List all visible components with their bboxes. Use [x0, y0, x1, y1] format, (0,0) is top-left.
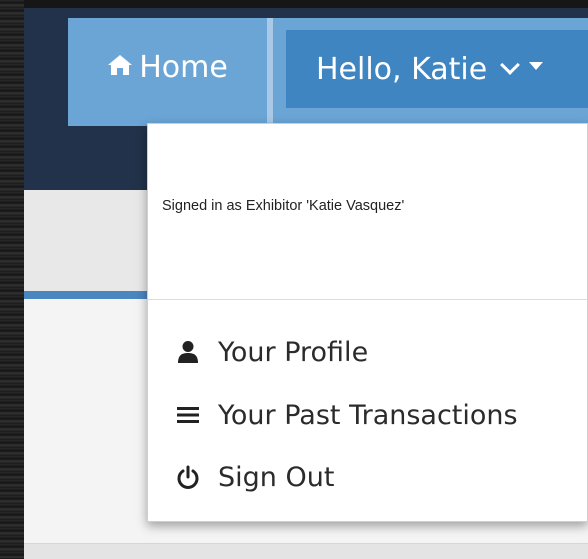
power-icon [176, 465, 200, 489]
your-profile-label: Your Profile [218, 336, 369, 368]
user-dropdown-menu: Signed in as Exhibitor 'Katie Vasquez' Y… [147, 123, 588, 522]
signed-in-status: Signed in as Exhibitor 'Katie Vasquez' [162, 198, 405, 214]
home-label: Home [139, 49, 228, 85]
your-past-transactions-label: Your Past Transactions [218, 399, 518, 431]
bars-icon [176, 403, 200, 427]
user-menu-container: Hello, Katie [273, 18, 588, 126]
sign-out-menu-item[interactable]: Sign Out [176, 457, 334, 497]
home-icon [107, 50, 133, 85]
your-profile-menu-item[interactable]: Your Profile [176, 332, 368, 372]
chevron-down-icon [500, 55, 521, 75]
background-texture [0, 0, 24, 558]
home-nav-link[interactable]: Home [68, 18, 267, 126]
menu-divider [148, 299, 587, 300]
user-menu-toggle[interactable]: Hello, Katie [286, 30, 588, 108]
user-greeting: Hello, Katie [316, 51, 488, 87]
user-icon [176, 340, 200, 364]
top-edge [24, 0, 588, 8]
sign-out-label: Sign Out [218, 461, 335, 493]
your-past-transactions-menu-item[interactable]: Your Past Transactions [176, 395, 518, 435]
content-bottom-edge [24, 543, 588, 559]
caret-down-icon [529, 62, 544, 70]
